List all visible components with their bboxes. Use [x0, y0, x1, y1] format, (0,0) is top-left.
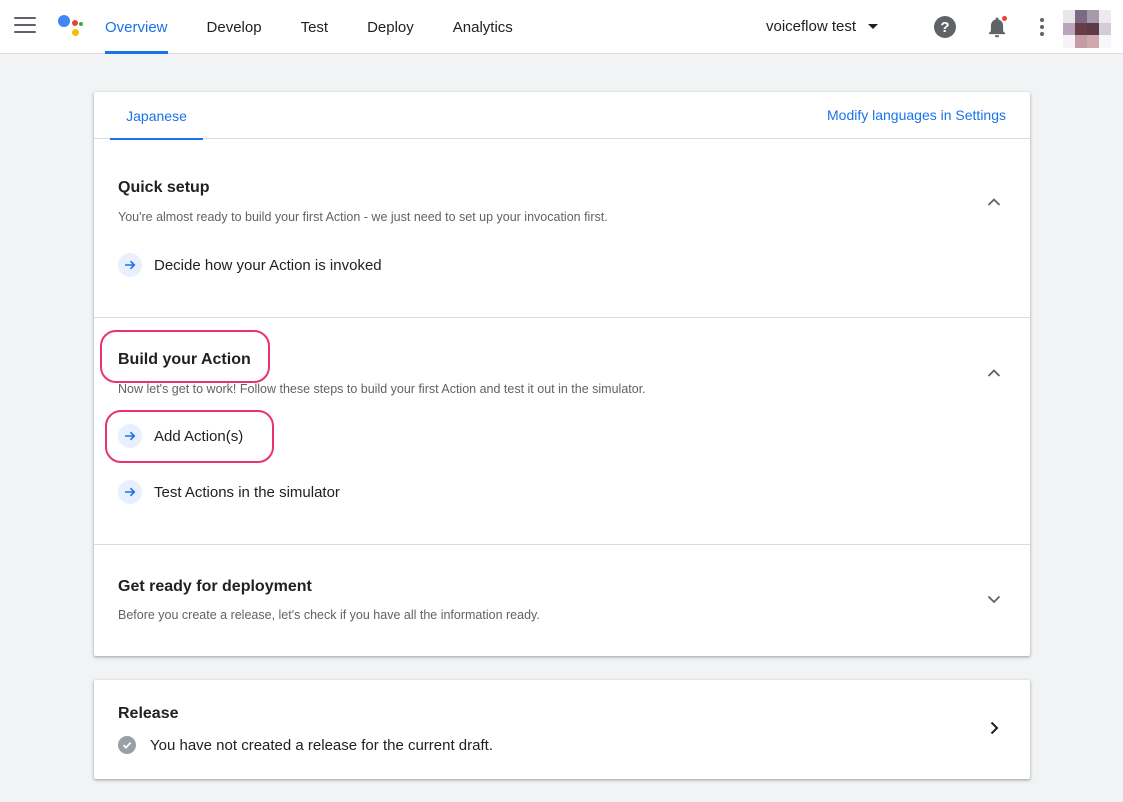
release-status-text: You have not created a release for the c…: [150, 736, 493, 754]
step-label: Add Action(s): [154, 427, 244, 445]
chevron-right-icon[interactable]: [986, 720, 1002, 736]
quick-setup-section: Quick setup You're almost ready to build…: [94, 139, 1030, 318]
tab-overview[interactable]: Overview: [95, 0, 178, 54]
chevron-up-icon[interactable]: [986, 194, 1002, 210]
avatar[interactable]: [1063, 10, 1111, 49]
section-description: Before you create a release, let's check…: [118, 608, 540, 622]
section-title: Get ready for deployment: [118, 578, 312, 595]
deployment-section: Get ready for deployment Before you crea…: [94, 545, 1030, 656]
help-icon[interactable]: ?: [934, 16, 956, 38]
arrow-right-icon: [118, 480, 142, 504]
release-status: You have not created a release for the c…: [118, 736, 493, 754]
modify-languages-link[interactable]: Modify languages in Settings: [827, 107, 1006, 123]
release-title: Release: [118, 705, 179, 722]
arrow-right-icon: [118, 253, 142, 277]
check-circle-icon: [118, 736, 136, 754]
overview-card: Japanese Modify languages in Settings Qu…: [94, 92, 1030, 656]
section-description: You're almost ready to build your first …: [118, 210, 608, 224]
tab-japanese[interactable]: Japanese: [110, 92, 203, 140]
main-nav: Overview Develop Test Deploy Analytics: [95, 0, 542, 54]
tab-develop[interactable]: Develop: [197, 0, 272, 54]
project-selector[interactable]: voiceflow test: [766, 18, 879, 35]
more-vert-icon[interactable]: [1040, 18, 1044, 36]
assistant-logo-icon: [57, 13, 85, 39]
notification-dot: [1001, 15, 1008, 22]
section-description: Now let's get to work! Follow these step…: [118, 382, 646, 396]
section-title: Build your Action: [118, 351, 251, 368]
chevron-down-icon[interactable]: [986, 591, 1002, 607]
bell-icon[interactable]: [987, 15, 1008, 38]
top-app-bar: Overview Develop Test Deploy Analytics v…: [0, 0, 1123, 54]
step-label: Decide how your Action is invoked: [154, 256, 382, 274]
release-card: Release You have not created a release f…: [94, 680, 1030, 779]
tab-test[interactable]: Test: [291, 0, 339, 54]
chevron-up-icon[interactable]: [986, 365, 1002, 381]
step-decide-invocation[interactable]: Decide how your Action is invoked: [118, 252, 382, 278]
section-title: Quick setup: [118, 179, 210, 196]
tab-deploy[interactable]: Deploy: [357, 0, 424, 54]
build-action-section: Build your Action Now let's get to work!…: [94, 318, 1030, 545]
arrow-right-icon: [118, 424, 142, 448]
project-name: voiceflow test: [766, 18, 857, 35]
step-test-simulator[interactable]: Test Actions in the simulator: [118, 479, 340, 505]
dropdown-caret-icon: [868, 24, 879, 29]
step-label: Test Actions in the simulator: [154, 483, 340, 501]
menu-icon[interactable]: [14, 17, 36, 37]
language-bar: Japanese Modify languages in Settings: [94, 92, 1030, 140]
tab-analytics[interactable]: Analytics: [443, 0, 523, 54]
step-add-actions[interactable]: Add Action(s): [118, 423, 243, 449]
